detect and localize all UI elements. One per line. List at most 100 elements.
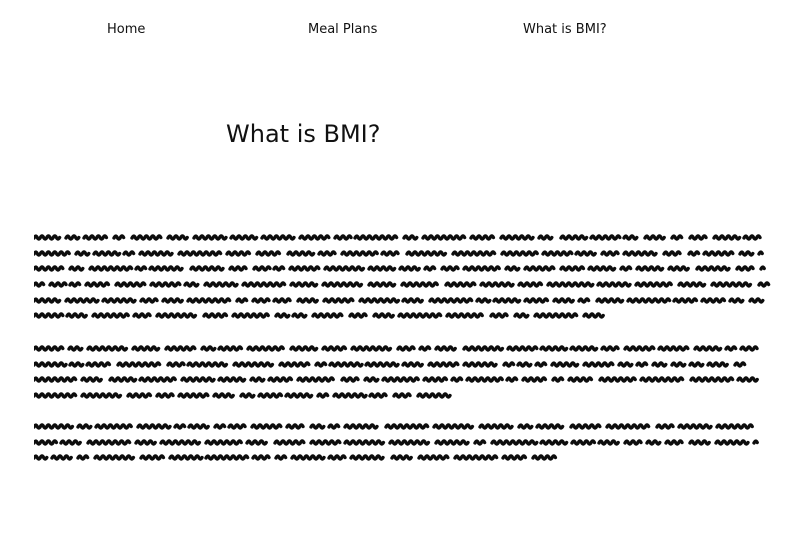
scribble-word	[273, 439, 306, 446]
scribble-word	[251, 454, 271, 462]
scribble-word	[623, 439, 643, 446]
redacted-text-line	[34, 392, 452, 399]
scribble-word	[645, 439, 662, 446]
scribble-word	[567, 376, 594, 384]
scribble-word	[139, 297, 159, 304]
scribble-word	[539, 439, 569, 446]
scribble-word	[232, 361, 275, 368]
scribble-word	[552, 297, 575, 304]
scribble-word	[672, 297, 699, 304]
scribble-word	[651, 361, 668, 368]
scribble-word	[231, 312, 270, 320]
scribble-word	[80, 392, 123, 399]
scribble-word	[367, 281, 397, 288]
scribble-word	[445, 312, 484, 320]
scribble-word	[34, 392, 78, 399]
scribble-word	[82, 234, 109, 241]
scribble-word	[348, 312, 368, 320]
scribble-word	[278, 361, 311, 368]
scribble-word	[465, 376, 504, 384]
scribble-word	[551, 376, 565, 384]
scribble-word	[380, 250, 400, 257]
scribble-word	[76, 454, 90, 462]
scribble-word	[204, 439, 243, 446]
scribble-word	[340, 376, 360, 384]
nav-link-meal-plans[interactable]: Meal Plans	[308, 22, 377, 37]
scribble-word	[187, 423, 210, 430]
scribble-word	[291, 312, 308, 320]
scribble-word	[34, 423, 75, 430]
scribble-word	[541, 250, 574, 257]
scribble-word	[434, 345, 457, 352]
scribble-word	[257, 392, 284, 399]
scribble-word	[225, 250, 252, 257]
scribble-word	[217, 376, 247, 384]
scribble-word	[350, 345, 393, 352]
scribble-word	[91, 312, 130, 320]
scribble-word	[250, 423, 283, 430]
scribble-word	[664, 439, 684, 446]
scribble-word	[112, 234, 126, 241]
scribble-word	[577, 297, 591, 304]
scribble-word	[418, 345, 432, 352]
scribble-word	[742, 234, 762, 241]
scribble-word	[712, 234, 742, 241]
scribble-word	[289, 345, 319, 352]
scribble-word	[670, 361, 687, 368]
scribble-word	[372, 312, 395, 320]
nav-link-what-is-bmi[interactable]: What is BMI?	[523, 22, 607, 37]
scribble-word	[84, 281, 111, 288]
scribble-word	[757, 250, 764, 256]
scribble-word	[689, 376, 735, 384]
scribble-word	[752, 439, 759, 445]
scribble-word	[600, 250, 620, 257]
scribble-word	[68, 361, 85, 368]
scribble-word	[462, 361, 498, 368]
scribble-word	[759, 265, 766, 272]
scribble-word	[94, 423, 133, 430]
scribble-word	[317, 250, 337, 257]
scribble-word	[34, 345, 65, 352]
redacted-text-line	[34, 454, 558, 462]
scribble-word	[367, 265, 397, 273]
scribble-word	[34, 312, 65, 320]
scribble-word	[688, 361, 705, 368]
scribble-word	[323, 265, 366, 273]
scribble-word	[349, 454, 385, 462]
scribble-word	[700, 297, 727, 304]
scribble-word	[159, 439, 202, 446]
scribble-word	[423, 265, 437, 273]
scribble-word	[622, 234, 639, 241]
scribble-word	[332, 392, 368, 399]
scribble-word	[241, 281, 287, 288]
scribble-word	[434, 439, 470, 446]
scribble-word	[68, 265, 85, 273]
scribble-word	[92, 250, 122, 257]
scribble-word	[531, 454, 558, 462]
scribble-word	[451, 250, 497, 257]
scribble-word	[139, 454, 166, 462]
scribble-word	[595, 297, 625, 304]
scribble-word	[516, 361, 533, 368]
scribble-word	[622, 250, 658, 257]
scribble-word	[559, 265, 586, 273]
scribble-word	[177, 392, 210, 399]
scribble-word	[363, 376, 380, 384]
scribble-word	[662, 250, 682, 257]
scribble-word	[76, 423, 93, 430]
scribble-word	[164, 345, 197, 352]
scribble-word	[116, 361, 162, 368]
scribble-word	[635, 361, 649, 368]
scribble-word	[168, 454, 204, 462]
redacted-text-line	[34, 312, 605, 320]
scribble-word	[101, 297, 137, 304]
nav-link-home[interactable]: Home	[107, 22, 145, 37]
scribble-word	[88, 265, 134, 273]
scribble-word	[724, 345, 738, 352]
scribble-word	[86, 345, 129, 352]
scribble-word	[600, 345, 620, 352]
scribble-word	[574, 250, 597, 257]
scribble-word	[521, 376, 548, 384]
scribble-word	[688, 234, 708, 241]
page-title: What is BMI?	[226, 120, 381, 148]
